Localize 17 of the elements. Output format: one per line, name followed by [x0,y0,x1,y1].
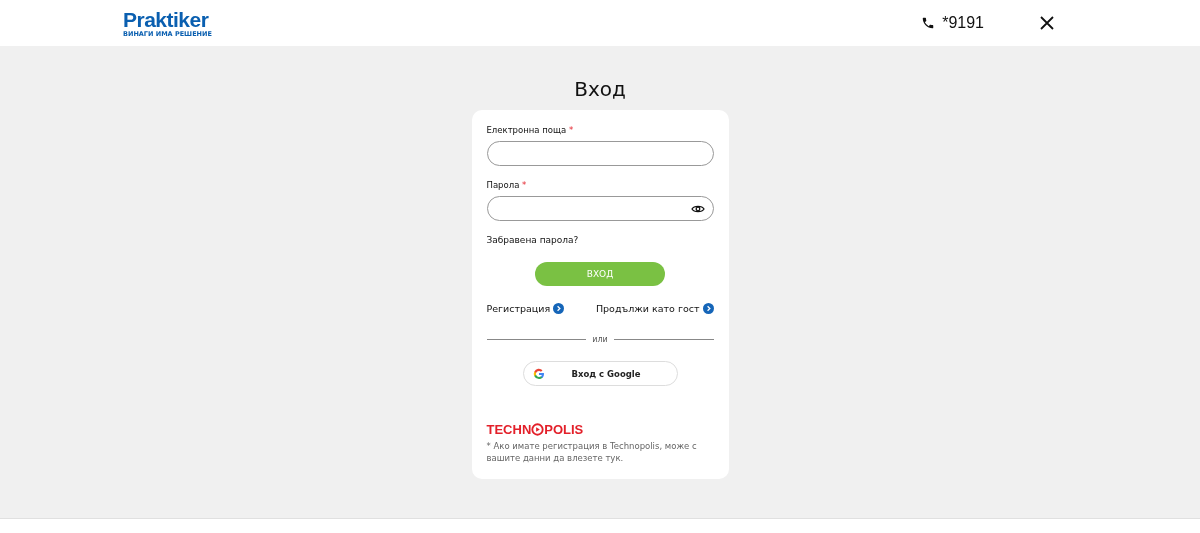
divider-text: или [592,335,608,344]
forgot-password-link[interactable]: Забравена парола? [486,235,714,245]
field-label: Парола * [486,180,528,190]
chevron-icon [702,303,714,314]
action-link[interactable]: Продължи като гост [595,303,714,314]
google-login-button[interactable]: Вход с Google [522,361,678,386]
technopolis-logo: TECHN POLIS [486,422,584,437]
phone-icon [921,16,936,30]
field-label: Електронна поща * [486,125,575,135]
chevron-icon [553,303,565,314]
page-title: Вход [574,79,626,99]
close-icon[interactable] [1040,16,1054,30]
action-link[interactable]: Регистрация [486,303,565,314]
phone-number[interactable]: *9191 [942,14,984,32]
eye-icon[interactable] [690,203,705,214]
technopolis-note: * Ако имате регистрация в Technopolis, може с вашите данни да влезете тук. [486,441,698,465]
google-icon [532,367,545,380]
